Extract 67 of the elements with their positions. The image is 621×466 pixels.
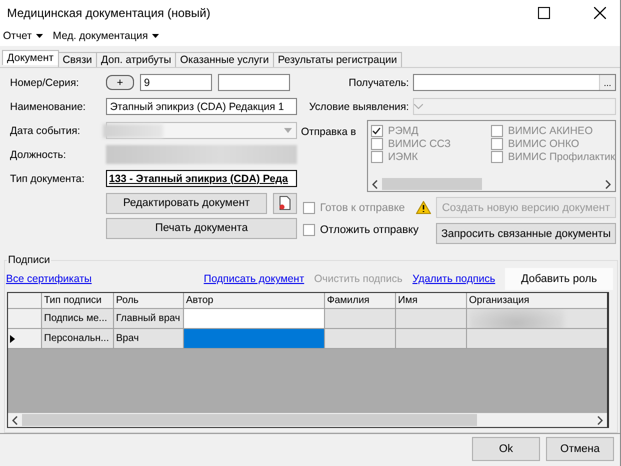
pdf-button[interactable] — [272, 192, 297, 214]
tab[interactable]: Документ — [2, 50, 59, 65]
print-document-button[interactable]: Печать документа — [106, 218, 297, 238]
horizontal-scrollbar[interactable] — [8, 413, 607, 427]
table-cell — [325, 329, 396, 349]
tab[interactable]: Результаты регистрации — [272, 52, 402, 67]
field-label: Условие выявления: — [308, 100, 410, 112]
column-header[interactable]: Автор — [184, 293, 325, 309]
name-field[interactable]: Этапный эпикриз (CDA) Редакция 1 — [106, 98, 297, 115]
field-label: Получатель: — [348, 76, 410, 88]
browse-button[interactable]: ... — [599, 75, 615, 90]
document-icon — [278, 196, 291, 210]
dialog-button[interactable]: Ok — [472, 437, 540, 461]
current-row-icon — [10, 334, 15, 342]
field-label: Тип документа: — [10, 172, 86, 184]
table-cell — [325, 309, 396, 329]
checkmark-icon — [372, 126, 382, 134]
window-title: Медицинская документация (новый) — [7, 6, 212, 20]
caret-icon — [284, 128, 292, 133]
checkbox[interactable]: Отложить отправку — [302, 223, 419, 236]
blurred-value — [103, 124, 163, 138]
warning-icon — [416, 201, 431, 214]
add-role-button[interactable]: Добавить роль — [505, 268, 613, 290]
action-button[interactable]: Запросить связанные документы — [436, 223, 616, 244]
document-type-field[interactable]: 133 - Этапный эпикриз (CDA) Реда — [106, 170, 297, 187]
group-title: Подписи — [7, 254, 51, 266]
table-cell: Подпись ме... — [42, 309, 114, 329]
number-field[interactable]: 9 — [140, 74, 212, 91]
tab[interactable]: Доп. атрибуты — [96, 52, 176, 67]
column-header[interactable]: Организация — [467, 293, 607, 309]
field-label: Наименование: — [10, 100, 87, 112]
table-cell: Персональн... — [42, 329, 114, 349]
field-label: Отправка в — [300, 125, 358, 140]
chevron-left-icon[interactable] — [12, 416, 18, 424]
series-field[interactable] — [218, 74, 290, 91]
author-cell[interactable] — [184, 309, 325, 329]
field-label: Должность: — [10, 148, 68, 160]
add-button[interactable]: + — [106, 75, 134, 90]
table-cell — [396, 329, 467, 349]
maximize-icon[interactable] — [538, 7, 550, 19]
caret-icon — [152, 34, 159, 38]
column-header[interactable]: Фамилия — [325, 293, 396, 309]
column-header[interactable]: Тип подписи — [42, 293, 114, 309]
certificates-link[interactable]: Все сертификаты — [6, 273, 92, 285]
author-cell[interactable] — [184, 329, 325, 349]
edit-document-button[interactable]: Редактировать документ — [106, 192, 267, 214]
column-header[interactable]: Имя — [396, 293, 467, 309]
recipient-field[interactable]: ... — [412, 74, 616, 91]
row-header[interactable] — [8, 329, 42, 349]
signature-link[interactable]: Подписать документ — [204, 273, 304, 285]
dialog-button[interactable]: Отмена — [546, 437, 614, 461]
field-label: Дата события: — [10, 124, 82, 136]
tab[interactable]: Связи — [58, 52, 98, 67]
table-cell: Главный врач — [114, 309, 184, 329]
table-cell: Врач — [114, 329, 184, 349]
tab[interactable]: Оказанные услуги — [175, 52, 274, 67]
field-label: Номер/Серия: — [10, 76, 80, 88]
column-header[interactable]: Роль — [114, 293, 184, 309]
menu-item[interactable]: Мед. документация — [52, 30, 159, 42]
close-icon[interactable] — [594, 7, 606, 19]
menu-item[interactable]: Отчет — [3, 30, 43, 42]
chevron-right-icon[interactable] — [605, 180, 611, 188]
chevron-down-icon — [414, 104, 423, 109]
caret-icon — [36, 34, 43, 38]
signature-link[interactable]: Удалить подпись — [412, 273, 496, 285]
chevron-right-icon[interactable] — [597, 416, 603, 424]
chevron-left-icon[interactable] — [372, 180, 378, 188]
